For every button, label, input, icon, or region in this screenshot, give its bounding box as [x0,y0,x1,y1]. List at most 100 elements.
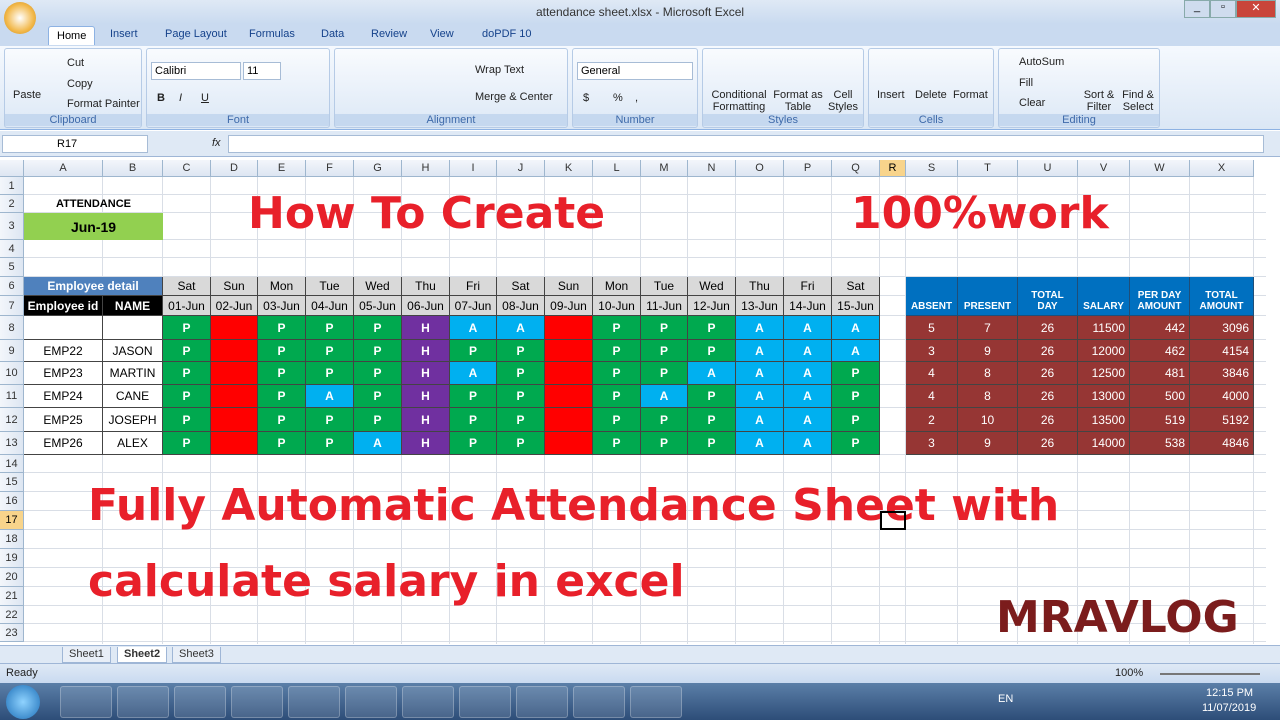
date-header[interactable]: 04-Jun [306,296,354,316]
summary-header[interactable]: PRESENT [958,277,1018,316]
summary-value[interactable]: 4 [906,385,958,408]
employee-detail-header[interactable]: Employee detail [24,277,163,296]
italic-button[interactable]: I [179,92,182,104]
attendance-mark[interactable]: P [497,408,545,432]
date-header[interactable]: 09-Jun [545,296,593,316]
conditional-formatting-button[interactable]: Conditional Formatting [707,89,771,113]
employee-id-cell[interactable]: EMP23 [24,362,103,385]
summary-value[interactable]: 462 [1130,340,1190,362]
employee-name-cell[interactable]: CANE [103,385,163,408]
employee-name-cell[interactable]: JASON [103,340,163,362]
summary-value[interactable]: 5192 [1190,408,1254,432]
attendance-mark[interactable]: A [832,340,880,362]
column-header-A[interactable]: A [24,160,103,177]
summary-value[interactable]: 9 [958,432,1018,455]
date-header[interactable]: 03-Jun [258,296,306,316]
attendance-mark[interactable]: P [354,408,402,432]
summary-header[interactable]: TOTAL DAY [1018,277,1078,316]
summary-value[interactable]: 13000 [1078,385,1130,408]
attendance-mark[interactable]: P [450,408,497,432]
employee-id-cell[interactable]: EMP25 [24,408,103,432]
attendance-mark[interactable]: A [736,362,784,385]
currency-button[interactable]: $ [583,92,589,104]
minimize-icon[interactable]: _ [1184,0,1210,18]
summary-value[interactable]: 7 [958,316,1018,340]
summary-value[interactable]: 481 [1130,362,1190,385]
attendance-label[interactable]: ATTENDANCE [24,195,163,213]
attendance-mark[interactable]: P [163,408,211,432]
attendance-mark[interactable]: H [402,432,450,455]
summary-value[interactable]: 3846 [1190,362,1254,385]
attendance-mark[interactable]: P [593,340,641,362]
attendance-mark[interactable]: P [497,385,545,408]
month-cell[interactable]: Jun-19 [24,213,163,240]
taskbar-network-icon[interactable] [516,686,568,718]
summary-value[interactable]: 519 [1130,408,1190,432]
day-header[interactable]: Thu [736,277,784,296]
attendance-mark[interactable]: A [688,362,736,385]
summary-header[interactable]: TOTAL AMOUNT [1190,277,1254,316]
office-button[interactable] [4,2,36,34]
attendance-mark[interactable]: P [258,316,306,340]
row-header-11[interactable]: 11 [0,385,24,408]
employee-name-cell[interactable]: JOSEPH [103,408,163,432]
start-button[interactable] [6,685,40,719]
employee-name-cell[interactable]: ALEX [103,432,163,455]
sort-filter-button[interactable]: Sort & Filter [1081,89,1117,113]
name-header[interactable]: NAME [103,296,163,316]
employee-id-cell[interactable] [24,316,103,340]
underline-button[interactable]: U [201,92,209,104]
column-header-L[interactable]: L [593,160,641,177]
employee-id-cell[interactable]: EMP24 [24,385,103,408]
column-header-E[interactable]: E [258,160,306,177]
summary-value[interactable]: 442 [1130,316,1190,340]
date-header[interactable]: 12-Jun [688,296,736,316]
row-header-22[interactable]: 22 [0,606,24,624]
fill-button[interactable]: Fill [1019,77,1033,89]
summary-value[interactable]: 10 [958,408,1018,432]
attendance-mark[interactable] [211,432,258,455]
day-header[interactable]: Tue [641,277,688,296]
merge-center-button[interactable]: Merge & Center [475,91,553,103]
summary-value[interactable]: 13500 [1078,408,1130,432]
column-header-J[interactable]: J [497,160,545,177]
attendance-mark[interactable]: P [593,385,641,408]
formula-input[interactable] [228,135,1264,153]
attendance-mark[interactable]: P [641,340,688,362]
attendance-mark[interactable]: H [402,316,450,340]
column-header-H[interactable]: H [402,160,450,177]
attendance-mark[interactable]: P [450,432,497,455]
sheet-nav-arrows[interactable] [4,649,56,659]
column-header-C[interactable]: C [163,160,211,177]
attendance-mark[interactable]: P [163,362,211,385]
attendance-mark[interactable]: P [641,408,688,432]
row-header-20[interactable]: 20 [0,568,24,587]
row-header-7[interactable]: 7 [0,296,24,316]
attendance-mark[interactable]: P [688,408,736,432]
attendance-mark[interactable]: A [784,340,832,362]
summary-value[interactable]: 3 [906,432,958,455]
tab-insert[interactable]: Insert [110,28,138,40]
fx-icon[interactable]: fx [212,137,221,149]
attendance-mark[interactable]: A [784,432,832,455]
column-header-B[interactable]: B [103,160,163,177]
day-header[interactable]: Sun [211,277,258,296]
attendance-mark[interactable]: P [593,362,641,385]
summary-value[interactable]: 11500 [1078,316,1130,340]
zoom-level[interactable]: 100% [1115,667,1143,679]
attendance-mark[interactable]: P [593,316,641,340]
date-header[interactable]: 02-Jun [211,296,258,316]
wrap-text-button[interactable]: Wrap Text [475,64,524,76]
language-indicator[interactable]: EN [998,693,1013,705]
day-header[interactable]: Sat [163,277,211,296]
comma-button[interactable]: , [635,92,638,104]
attendance-mark[interactable]: H [402,340,450,362]
copy-button[interactable]: Copy [67,78,93,90]
attendance-mark[interactable]: P [688,385,736,408]
paste-button[interactable]: Paste [13,89,41,101]
attendance-mark[interactable]: H [402,362,450,385]
day-header[interactable]: Wed [354,277,402,296]
attendance-mark[interactable]: P [354,340,402,362]
summary-value[interactable]: 26 [1018,385,1078,408]
summary-header[interactable]: PER DAY AMOUNT [1130,277,1190,316]
